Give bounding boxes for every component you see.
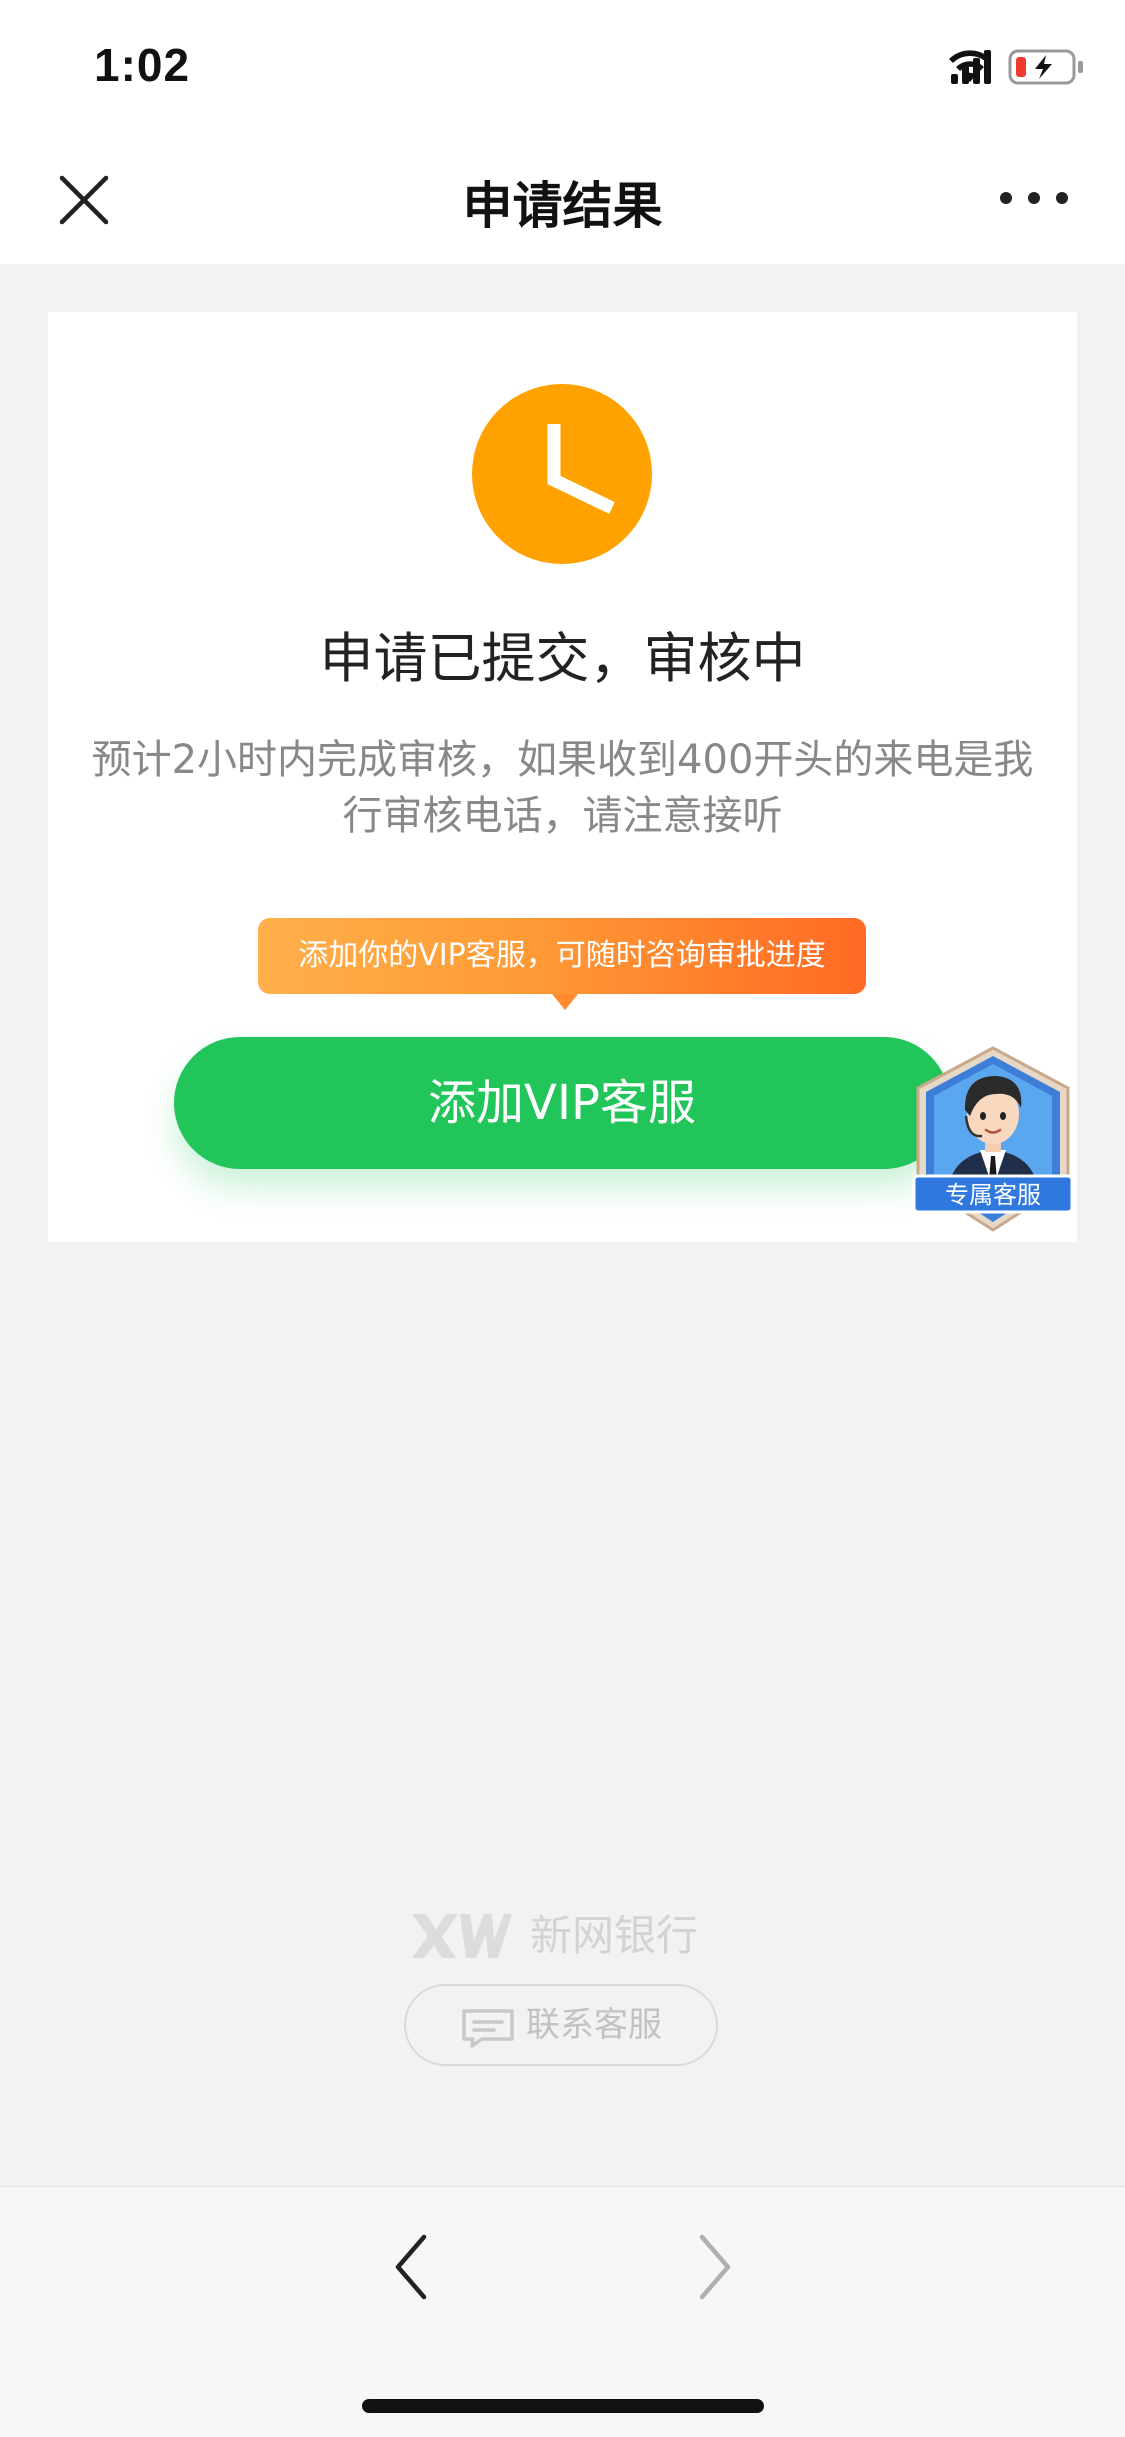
vip-tooltip: 添加你的VIP客服，可随时咨询审批进度 <box>258 918 866 1010</box>
clock-icon <box>472 384 652 564</box>
add-vip-service-button[interactable]: 添加VIP客服 <box>174 1037 950 1169</box>
status-bar: 1:02 <box>0 0 1125 132</box>
contact-service-button[interactable]: 联系客服 <box>404 1984 718 2066</box>
brand-name: 新网银行 <box>530 1911 699 1960</box>
message-icon <box>462 2009 514 2048</box>
back-arrow-icon[interactable] <box>390 2231 434 2303</box>
result-title: 申请已提交，审核中 <box>319 627 806 690</box>
battery-charging-icon <box>1008 49 1083 85</box>
brand-logo-icon <box>412 1914 512 1958</box>
home-indicator <box>362 2399 764 2413</box>
status-time: 1:02 <box>94 39 191 91</box>
vip-tooltip-text: 添加你的VIP客服，可随时咨询审批进度 <box>298 938 826 973</box>
wifi-icon <box>949 50 991 82</box>
result-description: 预计2小时内完成审核，如果收到400开头的来电是我行审核电话，请注意接听 <box>91 737 1034 839</box>
more-icon[interactable] <box>999 188 1069 208</box>
tooltip-arrow <box>552 994 578 1010</box>
result-card: 申请已提交，审核中 预计2小时内完成审核，如果收到400开头的来电是我行审核电话… <box>48 312 1077 1242</box>
brand-footer: 新网银行 <box>408 1906 718 1966</box>
forward-arrow-icon[interactable] <box>692 2231 736 2303</box>
vip-agent-badge[interactable]: 专属客服 <box>908 1042 1078 1238</box>
vip-badge-label: 专属客服 <box>945 1181 1041 1209</box>
contact-service-label: 联系客服 <box>526 2005 662 2045</box>
nav-bar: 申请结果 <box>0 132 1125 264</box>
browser-toolbar <box>0 2186 1125 2437</box>
page-title: 申请结果 <box>462 177 663 235</box>
